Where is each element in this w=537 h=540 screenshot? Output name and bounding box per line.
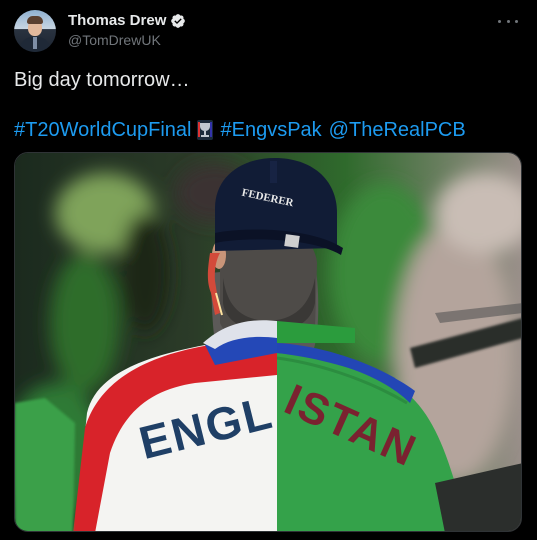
tweet-hashtags: #T20WorldCupFinal #EngvsPak @TheRealPCB xyxy=(14,118,466,142)
more-horizontal-icon[interactable] xyxy=(498,14,518,28)
mention-therealpcb[interactable]: @TheRealPCB xyxy=(329,118,466,142)
tweet-photo[interactable]: FEDERER ENGL ISTAN xyxy=(14,152,522,532)
tweet-header: Thomas Drew @TomDrewUK xyxy=(14,10,524,54)
verified-badge-icon xyxy=(171,13,186,28)
author-name-row[interactable]: Thomas Drew xyxy=(68,12,186,29)
hashtag-engvspak[interactable]: #EngvsPak xyxy=(221,118,322,142)
tweet-text: Big day tomorrow… xyxy=(14,69,190,91)
trophy-emoji-icon xyxy=(196,120,213,140)
author-name[interactable]: Thomas Drew xyxy=(68,12,166,29)
hashtag-t20worldcupfinal[interactable]: #T20WorldCupFinal xyxy=(14,118,192,142)
avatar[interactable] xyxy=(14,10,56,52)
author-handle[interactable]: @TomDrewUK xyxy=(68,32,161,48)
photo-image: FEDERER ENGL ISTAN xyxy=(15,153,521,531)
